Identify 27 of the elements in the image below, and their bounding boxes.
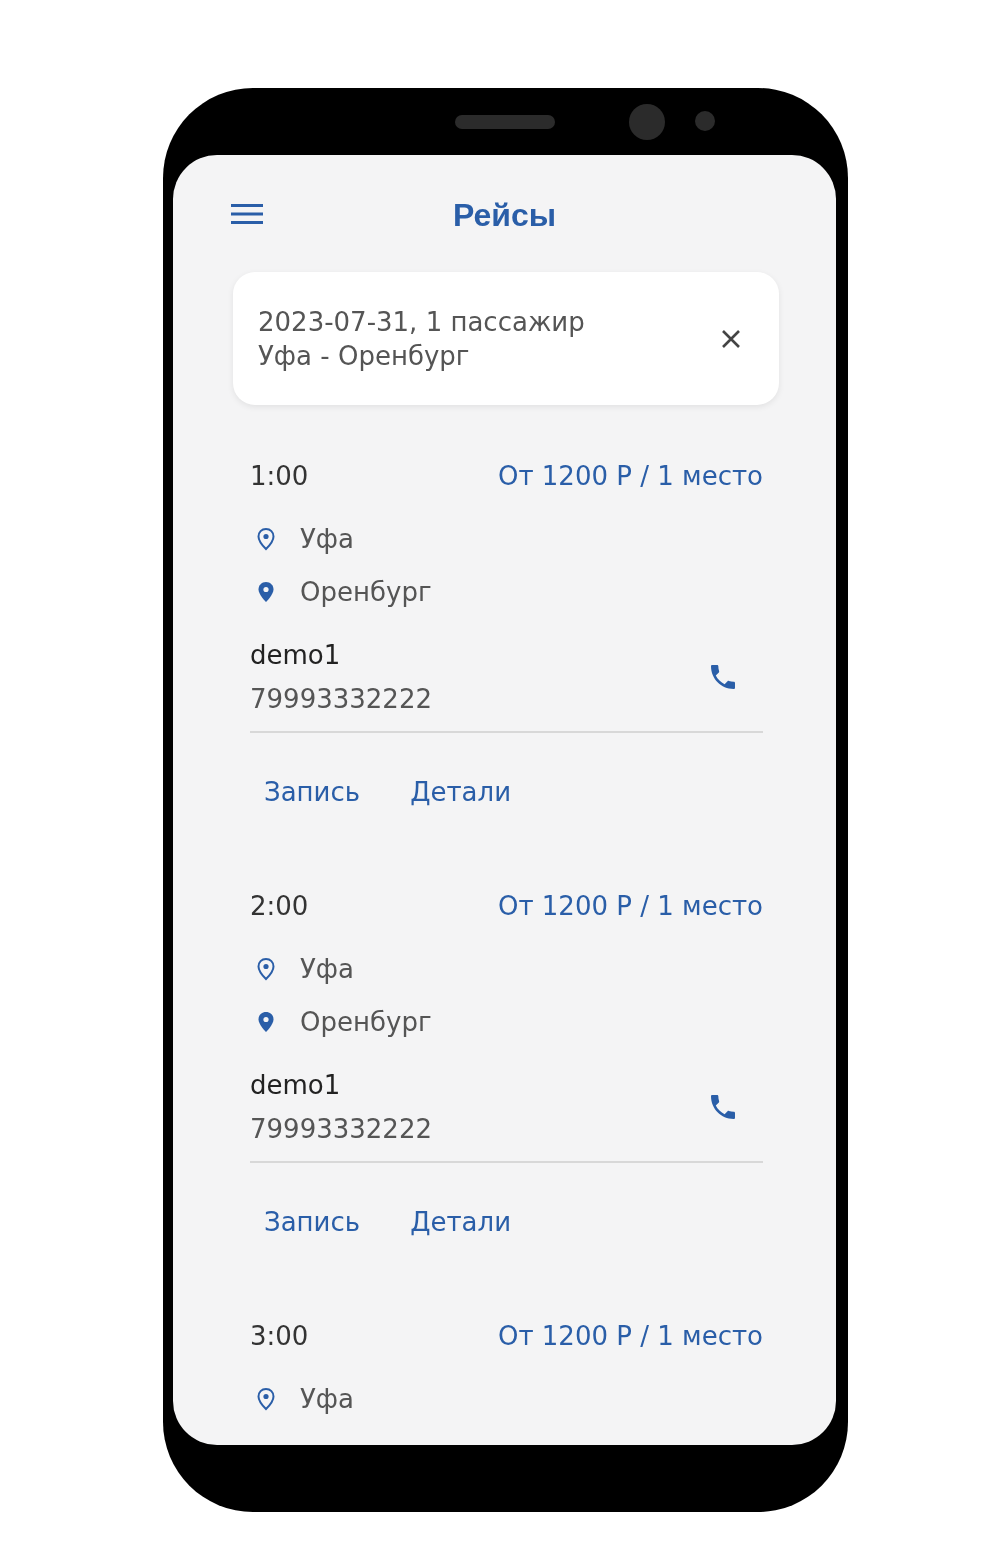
origin-city: Уфа — [300, 1383, 354, 1414]
trip-action-button[interactable]: Запись — [250, 1199, 375, 1245]
phone-number: 79993332222 — [250, 683, 432, 716]
trip-price: От 1200 Р / 1 место — [497, 891, 763, 921]
trip-action-button[interactable]: Детали — [396, 769, 526, 815]
trip-price: От 1200 Р / 1 место — [497, 461, 763, 491]
screen-title: Рейсы — [452, 196, 557, 234]
trip-action-button[interactable]: Детали — [396, 1199, 526, 1245]
departure-time: 1:00 — [250, 461, 309, 491]
search-date-passengers: 2023-07-31, 1 пассажир — [258, 306, 586, 337]
departure-time: 3:00 — [250, 1321, 309, 1351]
origin-city: Уфа — [300, 953, 354, 984]
search-summary-card[interactable]: 2023-07-31, 1 пассажир Уфа - Оренбург — [233, 272, 779, 405]
phone-number: 79993332222 — [250, 1113, 432, 1146]
destination-city: Оренбург — [300, 576, 432, 607]
driver-name: demo1 — [250, 639, 342, 672]
origin-city: Уфа — [300, 523, 354, 554]
trip-action-button[interactable]: Запись — [250, 769, 375, 815]
front-camera — [629, 104, 665, 140]
proximity-sensor — [695, 111, 715, 131]
destination-city: Оренбург — [300, 1006, 432, 1037]
search-route: Уфа - Оренбург — [258, 340, 471, 371]
trip-price: От 1200 Р / 1 место — [497, 1321, 763, 1351]
departure-time: 2:00 — [250, 891, 309, 921]
close-icon[interactable] — [721, 328, 741, 349]
menu-icon[interactable] — [231, 202, 263, 226]
driver-name: demo1 — [250, 1069, 342, 1102]
